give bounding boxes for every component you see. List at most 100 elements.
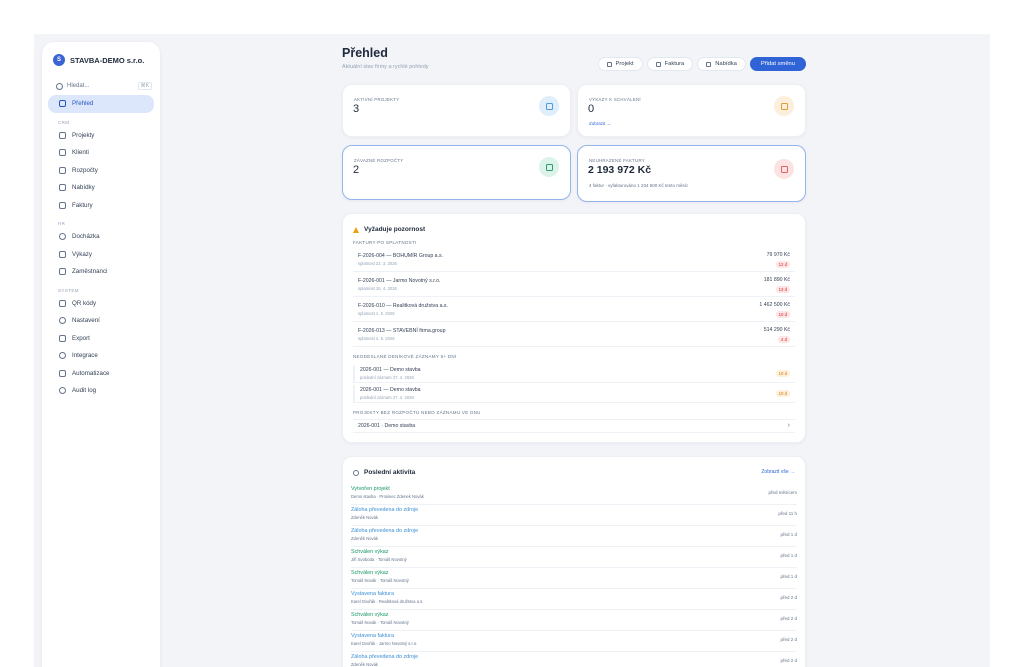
- sidebar-item-qr-kody[interactable]: QR kódy: [48, 295, 154, 313]
- activity-row[interactable]: Vytvořen projekt Demo stavba · Prosinec …: [351, 484, 797, 505]
- sidebar-item-label: Docházka: [72, 233, 100, 241]
- activity-row[interactable]: Schválen výkaz Tomáš Novák · Tomáš Novot…: [351, 568, 797, 589]
- invoice-title: F-2026-010 — Realitková družstva a.s.: [358, 303, 448, 309]
- gear-icon: [59, 317, 66, 325]
- stale-entry-row[interactable]: 2026-001 — Demo stavba poslední záznam 2…: [353, 365, 795, 383]
- brand-name: STAVBA-DEMO s.r.o.: [70, 55, 145, 65]
- activity-row[interactable]: Schválen výkaz Tomáš Novák · Tomáš Novot…: [351, 610, 797, 631]
- stat-card-unpaid-invoices[interactable]: NEUHRAZENÉ FAKTURY 2 193 972 Kč 4 faktur…: [577, 145, 806, 202]
- activity-row-desc: Karel Dvořák · Realitková družstva a.s.: [351, 599, 424, 604]
- search-shortcut: ⌘K: [137, 82, 152, 90]
- sidebar: S STAVBA-DEMO s.r.o. Hledat... ⌘K Přehle…: [42, 42, 160, 667]
- search-placeholder: Hledat...: [67, 83, 90, 89]
- stale-entry-sub: poslední záznam 27. 4. 2026: [360, 375, 414, 380]
- clipboard-icon: [774, 96, 794, 116]
- project-row[interactable]: 2026-001 · Demo stavba ›: [353, 419, 795, 433]
- history-icon: [59, 387, 66, 395]
- new-offer-button[interactable]: Nabídka: [697, 57, 746, 71]
- integration-icon: [59, 352, 66, 360]
- stat-link[interactable]: Zobrazit →: [589, 121, 611, 126]
- overdue-heading: FAKTURY PO SPLATNOSTI: [353, 240, 417, 245]
- invoice-amount: 514 290 Kč: [763, 327, 790, 333]
- activity-row[interactable]: Záloha převedena do zdroje Zdeněk Novák …: [351, 652, 797, 667]
- clock-icon: [59, 233, 66, 241]
- button-label: Nabídka: [715, 61, 737, 67]
- header-actions: Projekt Faktura Nabídka Přidat směnu: [597, 57, 806, 71]
- sidebar-item-vykazy[interactable]: Výkazy: [48, 246, 154, 264]
- stale-entry-sub: poslední záznam 27. 4. 2026: [360, 395, 414, 400]
- invoice-row[interactable]: F-2026-013 — STAVEBNÍ firma.group splatn…: [353, 325, 795, 347]
- sidebar-item-label: Integrace: [72, 352, 98, 360]
- export-icon: [59, 334, 66, 342]
- add-shift-button[interactable]: Přidat směnu: [749, 57, 806, 71]
- invoice-row[interactable]: F-2026-001 — Jarmo Novotný s.r.o. splatn…: [353, 275, 795, 297]
- sidebar-item-prehled[interactable]: Přehled: [48, 95, 154, 113]
- clock-icon: [353, 469, 359, 476]
- stat-card-reports[interactable]: VÝKAZY K SCHVÁLENÍ 0 Zobrazit →: [577, 84, 806, 137]
- stale-entry-row[interactable]: 2026-001 — Demo stavba poslední záznam 2…: [353, 385, 795, 403]
- project-icon: [606, 61, 612, 67]
- sidebar-item-dochazka[interactable]: Docházka: [48, 228, 154, 246]
- sidebar-item-audit-log[interactable]: Audit log: [48, 382, 154, 400]
- page-subtitle: Aktuální stav firmy a rychlé pohledy: [342, 64, 429, 70]
- activity-row[interactable]: Vystavena faktura Karel Dvořák · Realitk…: [351, 589, 797, 610]
- search-input[interactable]: Hledat... ⌘K: [56, 79, 152, 93]
- invoice-icon: [655, 61, 661, 67]
- sidebar-item-klienti[interactable]: Klienti: [48, 144, 154, 162]
- activity-row[interactable]: Záloha převedena do zdroje Zdeněk Novák …: [351, 526, 797, 547]
- activity-row[interactable]: Vystavena faktura Karel Dvořák · Jarmo N…: [351, 631, 797, 652]
- activity-row[interactable]: Schválen výkaz Jiří Svoboda · Tomáš Novo…: [351, 547, 797, 568]
- stale-entry-title: 2026-001 — Demo stavba: [360, 387, 421, 393]
- invoice-row[interactable]: F-2026-010 — Realitková družstva a.s. sp…: [353, 300, 795, 322]
- activity-row[interactable]: Záloha převedena do zdroje Zdeněk Novák …: [351, 505, 797, 526]
- sidebar-item-nabidky[interactable]: Nabídky: [48, 179, 154, 197]
- sidebar-item-zamestnanci[interactable]: Zaměstnanci: [48, 263, 154, 281]
- overdue-badge: 13 d: [775, 286, 790, 293]
- activity-row-title: Schválen výkaz: [351, 570, 389, 576]
- search-icon: [56, 82, 63, 90]
- sidebar-item-label: Výkazy: [72, 250, 92, 258]
- activity-row-time: před 1 d: [780, 532, 797, 537]
- stale-entry-title: 2026-001 — Demo stavba: [360, 367, 421, 373]
- page-title: Přehled: [342, 46, 388, 60]
- stat-value: 2 193 972 Kč: [588, 164, 652, 176]
- offer-icon: [59, 184, 66, 192]
- activity-title: Poslední aktivita: [353, 469, 415, 476]
- invoice-title: F-2026-001 — Jarmo Novotný s.r.o.: [358, 278, 441, 284]
- offer-icon: [706, 61, 712, 67]
- sidebar-item-projekty[interactable]: Projekty: [48, 127, 154, 145]
- activity-row-time: před 2 d: [780, 658, 797, 663]
- invoice-title: F-2026-004 — BOHUMÍR Group a.s.: [358, 253, 444, 259]
- stat-card-budgets[interactable]: ZÁVAZNÉ ROZPOČTY 2: [342, 145, 571, 200]
- stat-card-active-projects[interactable]: AKTIVNÍ PROJEKTY 3: [342, 84, 571, 137]
- sidebar-item-faktury[interactable]: Faktury: [48, 197, 154, 215]
- activity-show-all-link[interactable]: Zobrazit vše →: [761, 469, 795, 475]
- new-project-button[interactable]: Projekt: [597, 57, 643, 71]
- invoice-due: splatnost 4. 5. 2026: [358, 336, 395, 341]
- people-icon: [59, 268, 66, 276]
- sidebar-item-label: Faktury: [72, 201, 93, 209]
- new-invoice-button[interactable]: Faktura: [646, 57, 694, 71]
- activity-row-time: před 1 d: [780, 574, 797, 579]
- button-label: Přidat směnu: [760, 61, 795, 67]
- activity-row-desc: Zdeněk Novák: [351, 536, 378, 541]
- sidebar-item-rozpocty[interactable]: Rozpočty: [48, 162, 154, 180]
- sidebar-item-export[interactable]: Export: [48, 330, 154, 348]
- stat-label: ZÁVAZNÉ ROZPOČTY: [354, 158, 404, 163]
- stale-badge: 10 d: [775, 390, 790, 397]
- sidebar-item-automatizace[interactable]: Automatizace: [48, 365, 154, 383]
- invoice-row[interactable]: F-2026-004 — BOHUMÍR Group a.s. splatnos…: [353, 250, 795, 272]
- activity-row-desc: Jiří Svoboda · Tomáš Novotný: [351, 557, 407, 562]
- activity-row-time: před měsícem: [768, 490, 797, 495]
- brand[interactable]: S STAVBA-DEMO s.r.o.: [53, 54, 144, 66]
- invoice-amount: 1 462 500 Kč: [759, 302, 790, 308]
- sidebar-item-label: Zaměstnanci: [72, 268, 108, 276]
- overdue-badge: 10 d: [775, 311, 790, 318]
- sidebar-item-nastaveni[interactable]: Nastavení: [48, 312, 154, 330]
- stat-label: NEUHRAZENÉ FAKTURY: [589, 158, 645, 163]
- activity-row-desc: Tomáš Novák · Tomáš Novotný: [351, 578, 409, 583]
- sidebar-item-integrace[interactable]: Integrace: [48, 347, 154, 365]
- activity-row-title: Vystavena faktura: [351, 633, 394, 639]
- sidebar-item-label: Klienti: [72, 149, 89, 157]
- activity-row-desc: Tomáš Novák · Tomáš Novotný: [351, 620, 409, 625]
